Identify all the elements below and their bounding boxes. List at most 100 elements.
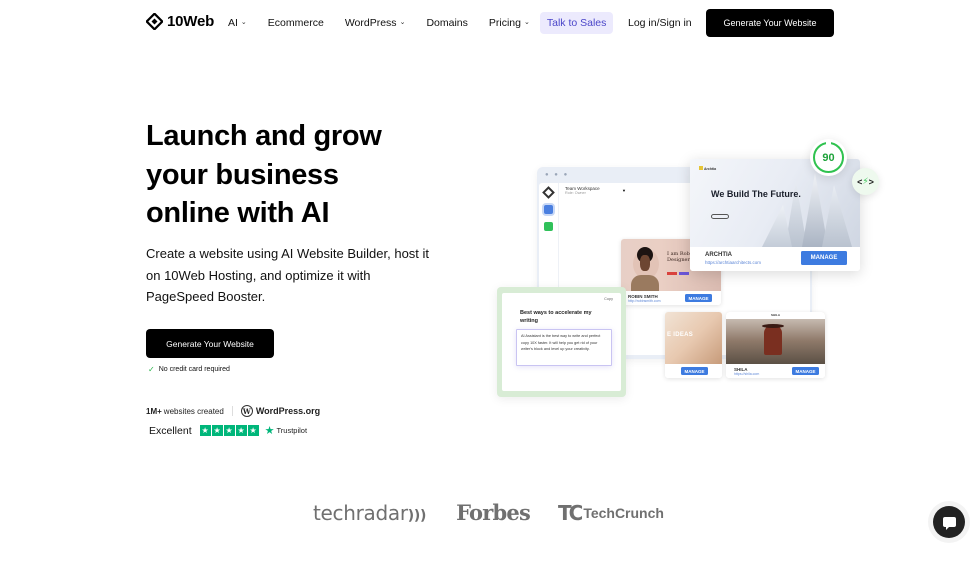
wordpress-label: WordPress.org	[255, 406, 321, 416]
site-headline: E IDEAS	[667, 332, 694, 338]
check-icon: ✓	[148, 365, 155, 374]
techcrunch-mark-icon: TC	[557, 500, 583, 525]
nav-ai[interactable]: AI ⌄	[228, 17, 247, 29]
chevron-down-icon: ⌄	[240, 18, 247, 26]
model-figure	[764, 325, 782, 355]
trustpilot-rating[interactable]: Excellent ★ ★ ★ ★ ★ ★ Trustpilot	[149, 424, 307, 438]
nav-domains-label: Domains	[426, 16, 468, 29]
pagespeed-score-badge: 90	[810, 139, 847, 176]
radar-waves-icon: )))	[407, 507, 427, 524]
copy-button: Copy	[604, 297, 613, 301]
star-icon: ★	[235, 425, 247, 436]
no-credit-card-text: No credit card required	[158, 366, 230, 373]
wordpress-badge: W WordPress.org	[240, 405, 321, 417]
site-url: https://archtiaarchitects.com	[705, 260, 762, 265]
model-hat	[762, 324, 784, 328]
trustpilot-logo: ★ Trustpilot	[265, 424, 307, 437]
hero-title-line: Launch and grow	[146, 120, 382, 152]
talk-to-sales-button[interactable]: Talk to Sales	[539, 11, 614, 34]
manage-button: MANAGE	[801, 251, 847, 265]
site-card-footer: MANAGE	[665, 364, 722, 378]
workspace-selector: Team Workspace Role: Owner	[565, 186, 600, 196]
ai-card-title: Best ways to accelerate my writing	[520, 310, 592, 324]
chevron-down-icon: ▼	[622, 188, 626, 193]
site-card-footer: ROBIN SMITH http://robinsmith.com MANAGE	[621, 291, 721, 305]
site-headline: We Build The Future.	[711, 189, 801, 199]
stats-count: 1M+	[146, 406, 162, 416]
hero-subtitle: Create a website using AI Website Builde…	[146, 246, 430, 304]
hero-title-line: online with AI	[146, 197, 330, 229]
ai-generated-text: AI Assistant is the best way to write an…	[516, 329, 612, 366]
10web-logo-icon	[542, 186, 555, 199]
workspace-role: Role: Owner	[565, 191, 586, 195]
building-shape	[802, 173, 828, 247]
login-link[interactable]: Log in/Sign in	[628, 17, 692, 29]
logo[interactable]: 10Web	[146, 13, 214, 30]
ai-assistant-card: Copy Best ways to accelerate my writing …	[497, 287, 626, 397]
chat-bubble-icon	[942, 517, 956, 530]
site-button	[711, 214, 729, 219]
site-card-footer: ARCHTIA https://archtiaarchitects.com MA…	[690, 247, 860, 271]
site-name: ARCHTIA	[705, 252, 732, 258]
pagespeed-score: 90	[822, 151, 835, 164]
main-nav: AI ⌄ Ecommerce WordPress ⌄ Domains Prici…	[228, 11, 634, 34]
site-card-ideas: E IDEAS MANAGE	[665, 312, 722, 378]
rating-stars: ★ ★ ★ ★ ★	[199, 425, 259, 436]
nav-ecommerce[interactable]: Ecommerce	[268, 17, 324, 29]
site-button-red	[667, 272, 677, 275]
add-workspace-icon	[544, 222, 553, 231]
rating-label: Excellent	[149, 424, 192, 437]
chevron-down-icon: ⌄	[523, 18, 530, 26]
star-icon: ★	[211, 425, 223, 436]
chevron-down-icon: ⌄	[399, 18, 406, 26]
star-icon: ★	[247, 425, 259, 436]
generate-website-header-button[interactable]: Generate Your Website	[706, 9, 834, 37]
manage-button: MANAGE	[681, 367, 708, 375]
site-url: http://robinsmith.com	[628, 299, 661, 303]
trustpilot-star-icon: ★	[264, 425, 275, 437]
10web-logo-icon	[146, 13, 163, 30]
nav-domains[interactable]: Domains	[426, 17, 467, 29]
site-header: 10Web AI ⌄ Ecommerce WordPress ⌄ Domains…	[0, 0, 980, 45]
stats-row: 1M+ websites created W WordPress.org	[146, 405, 320, 417]
nav-wordpress[interactable]: WordPress ⌄	[345, 17, 406, 29]
manage-button: MANAGE	[685, 294, 712, 302]
press-logos: techradar))) Forbes TC TechCrunch	[313, 500, 664, 525]
ai-assistant-panel: Copy Best ways to accelerate my writing …	[502, 293, 621, 391]
techcrunch-logo: TC TechCrunch	[558, 501, 664, 525]
site-preview-image: SHILA	[726, 312, 825, 364]
portrait-body	[631, 275, 659, 291]
trustpilot-label: Trustpilot	[276, 426, 308, 435]
nav-pricing[interactable]: Pricing ⌄	[489, 17, 530, 29]
techcrunch-text: TechCrunch	[583, 504, 664, 521]
site-button-purple	[679, 272, 689, 275]
manage-button: MANAGE	[792, 367, 819, 375]
building-shape	[762, 205, 792, 247]
building-shape	[822, 185, 852, 247]
site-preview-image: E IDEAS	[665, 312, 722, 364]
site-brand: Archtia	[699, 166, 716, 171]
site-url: https://shila.com	[734, 372, 760, 376]
wordpress-icon: W	[240, 405, 253, 417]
nav-pricing-label: Pricing	[488, 16, 521, 29]
site-card-archtia: Archtia We Build The Future. ARCHTIA htt…	[690, 159, 860, 271]
nav-ecommerce-label: Ecommerce	[267, 16, 324, 29]
hero-title: Launch and grow your business online wit…	[146, 117, 466, 233]
divider	[231, 406, 233, 416]
hero-title-line: your business	[146, 158, 339, 191]
nav-wordpress-label: WordPress	[344, 16, 397, 29]
site-nav: SHILA	[726, 312, 825, 319]
techradar-logo: techradar)))	[313, 501, 426, 525]
lightning-code-icon: < ⚡ >	[852, 168, 879, 195]
site-card-footer: SHILA https://shila.com MANAGE	[726, 364, 825, 378]
hero-illustration: ● ● ● Team Workspace Role: Owner ▼ I am …	[495, 135, 895, 405]
chat-widget-button[interactable]	[933, 506, 965, 538]
generate-website-button[interactable]: Generate Your Website	[146, 329, 274, 358]
logo-text: 10Web	[167, 13, 215, 30]
site-card-shila: SHILA SHILA https://shila.com MANAGE	[726, 312, 825, 378]
no-credit-card-note: ✓ No credit card required	[148, 365, 230, 374]
window-dots-icon: ● ● ●	[545, 172, 570, 178]
stats-text: websites created	[163, 406, 224, 416]
forbes-logo: Forbes	[456, 500, 531, 525]
nav-ai-label: AI	[228, 16, 238, 29]
